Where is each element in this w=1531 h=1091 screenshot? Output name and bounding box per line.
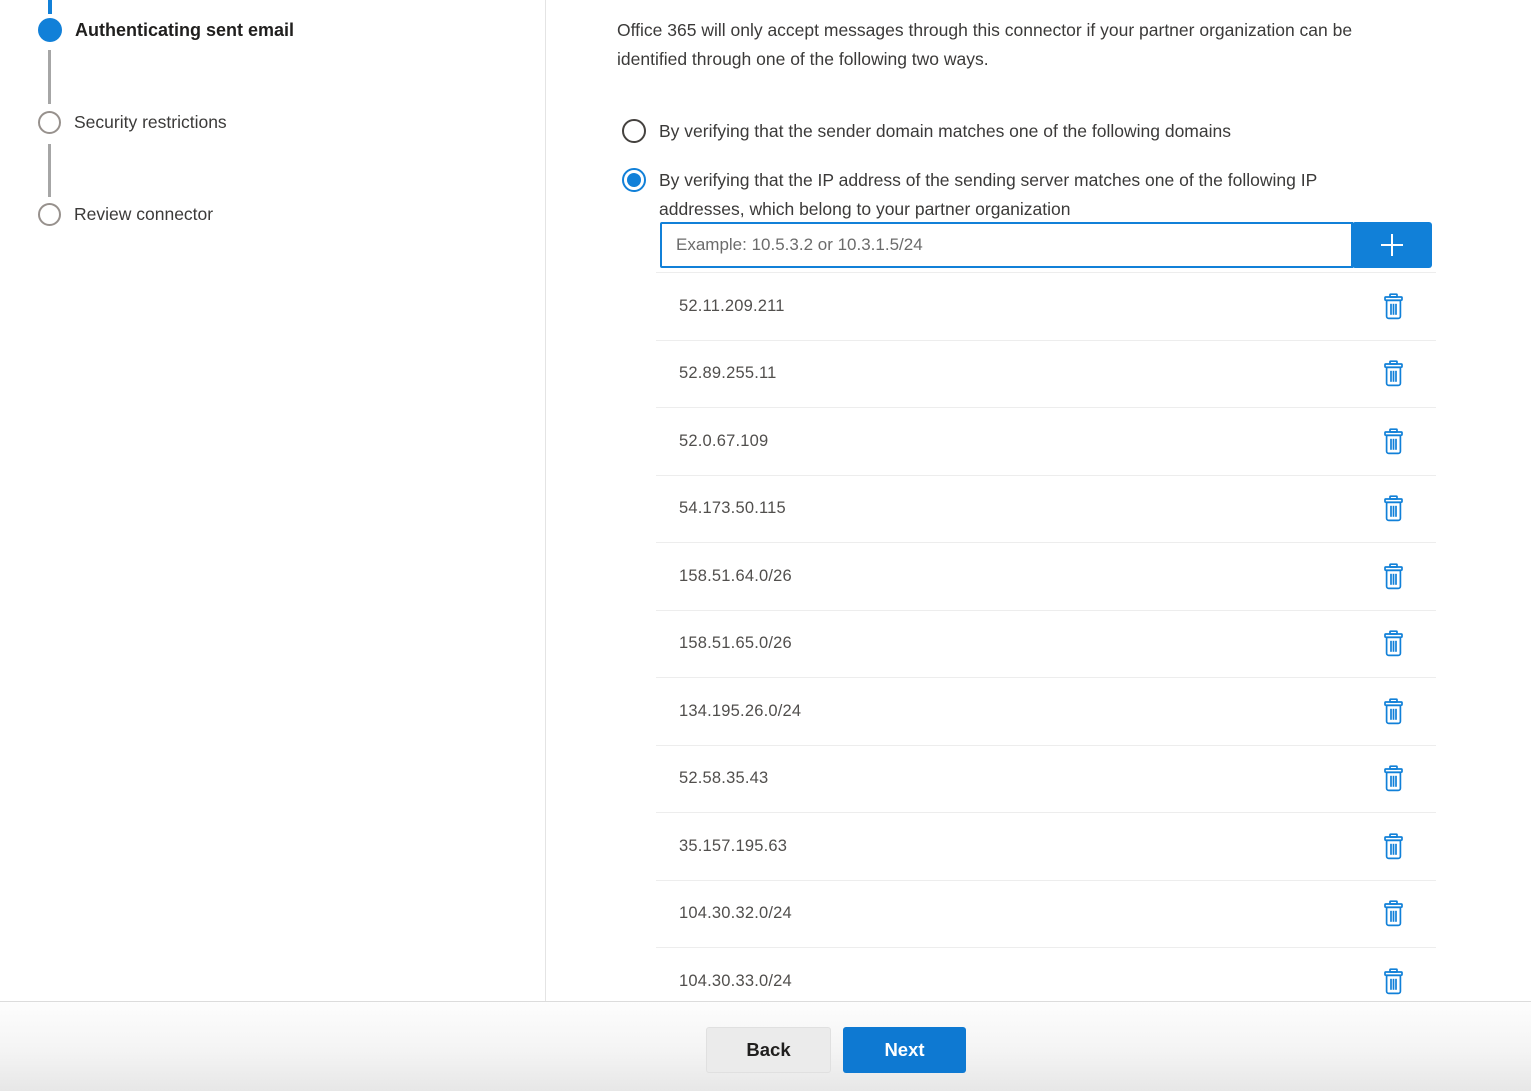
radio-option-sender-domain[interactable]: By verifying that the sender domain matc…	[622, 117, 1231, 146]
ip-address-text: 54.173.50.115	[679, 499, 786, 518]
intro-line: Office 365 will only accept messages thr…	[617, 16, 1531, 45]
step-security-restrictions[interactable]: Security restrictions	[0, 111, 227, 134]
delete-ip-button[interactable]	[1381, 966, 1406, 997]
ip-address-text: 158.51.65.0/26	[679, 634, 792, 653]
delete-ip-button[interactable]	[1381, 763, 1406, 794]
ip-address-row: 35.157.195.63	[656, 813, 1436, 881]
ip-address-row: 52.11.209.211	[656, 273, 1436, 341]
ip-address-row: 52.0.67.109	[656, 408, 1436, 476]
ip-address-row: 104.30.33.0/24	[656, 948, 1436, 1001]
step-label: Review connector	[74, 204, 213, 225]
radio-option-label-line: addresses, which belong to your partner …	[659, 195, 1317, 224]
delete-ip-button[interactable]	[1381, 898, 1406, 929]
ip-address-text: 104.30.33.0/24	[679, 972, 792, 991]
trash-icon	[1383, 360, 1404, 387]
trash-icon	[1383, 428, 1404, 455]
step-circle-icon	[38, 203, 61, 226]
delete-ip-button[interactable]	[1381, 493, 1406, 524]
step-active-dot-icon	[38, 18, 62, 42]
ip-address-text: 134.195.26.0/24	[679, 702, 801, 721]
intro-paragraph: Office 365 will only accept messages thr…	[617, 16, 1531, 74]
delete-ip-button[interactable]	[1381, 358, 1406, 389]
step-label: Security restrictions	[74, 112, 227, 133]
next-button[interactable]: Next	[843, 1027, 966, 1073]
ip-address-text: 158.51.64.0/26	[679, 567, 792, 586]
delete-ip-button[interactable]	[1381, 426, 1406, 457]
radio-option-label: By verifying that the sender domain matc…	[659, 117, 1231, 146]
delete-ip-button[interactable]	[1381, 831, 1406, 862]
ip-address-row: 52.58.35.43	[656, 746, 1436, 814]
trash-icon	[1383, 630, 1404, 657]
ip-address-text: 35.157.195.63	[679, 837, 787, 856]
ip-input-row	[660, 222, 1432, 268]
ip-address-text: 104.30.32.0/24	[679, 904, 792, 923]
ip-address-row: 52.89.255.11	[656, 341, 1436, 409]
step-authenticating-sent-email[interactable]: Authenticating sent email	[0, 18, 294, 42]
ip-address-text: 52.11.209.211	[679, 297, 785, 316]
radio-selected-icon	[622, 168, 646, 192]
wizard-footer: Back Next	[0, 1001, 1531, 1091]
ip-address-row: 104.30.32.0/24	[656, 881, 1436, 949]
trash-icon	[1383, 698, 1404, 725]
ip-address-row: 54.173.50.115	[656, 476, 1436, 544]
trash-icon	[1383, 563, 1404, 590]
back-button[interactable]: Back	[706, 1027, 831, 1073]
trash-icon	[1383, 293, 1404, 320]
stepper-connector-line	[48, 50, 51, 104]
ip-address-row: 158.51.64.0/26	[656, 543, 1436, 611]
trash-icon	[1383, 968, 1404, 995]
plus-icon	[1377, 230, 1407, 260]
step-circle-icon	[38, 111, 61, 134]
ip-address-text: 52.0.67.109	[679, 432, 768, 451]
wizard-stepper-sidebar: Authenticating sent email Security restr…	[0, 0, 546, 1001]
add-ip-button[interactable]	[1352, 222, 1432, 268]
radio-option-label: By verifying that the IP address of the …	[659, 166, 1317, 223]
ip-address-row: 134.195.26.0/24	[656, 678, 1436, 746]
trash-icon	[1383, 833, 1404, 860]
ip-address-input[interactable]	[660, 222, 1353, 268]
radio-unselected-icon	[622, 119, 646, 143]
delete-ip-button[interactable]	[1381, 561, 1406, 592]
trash-icon	[1383, 495, 1404, 522]
connector-wizard-screen: Authenticating sent email Security restr…	[0, 0, 1531, 1091]
trash-icon	[1383, 765, 1404, 792]
delete-ip-button[interactable]	[1381, 696, 1406, 727]
ip-address-list: 52.11.209.211 52.89.255.11	[656, 272, 1436, 1001]
ip-address-text: 52.58.35.43	[679, 769, 768, 788]
intro-line: identified through one of the following …	[617, 45, 1531, 74]
ip-address-text: 52.89.255.11	[679, 364, 777, 383]
step-review-connector[interactable]: Review connector	[0, 203, 213, 226]
delete-ip-button[interactable]	[1381, 291, 1406, 322]
radio-option-ip-address[interactable]: By verifying that the IP address of the …	[622, 166, 1317, 223]
trash-icon	[1383, 900, 1404, 927]
ip-address-row: 158.51.65.0/26	[656, 611, 1436, 679]
radio-option-label-line: By verifying that the IP address of the …	[659, 166, 1317, 195]
delete-ip-button[interactable]	[1381, 628, 1406, 659]
stepper-connector-line	[48, 144, 51, 197]
stepper-connector-from-previous-step	[48, 0, 52, 14]
step-label: Authenticating sent email	[75, 20, 294, 41]
